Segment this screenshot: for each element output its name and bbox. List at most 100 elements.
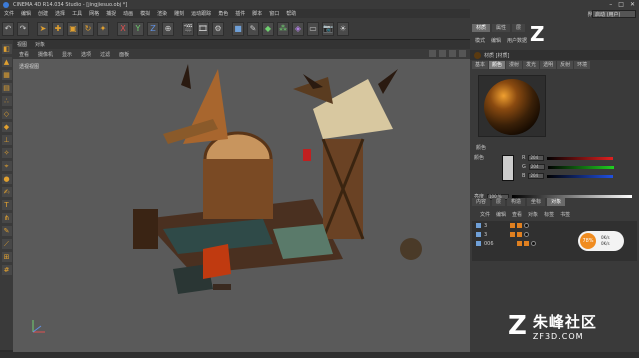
viewport-menu-display[interactable]: 显示 (62, 51, 72, 58)
light-icon[interactable]: ☀ (337, 21, 349, 36)
knife-icon[interactable]: ⟋ (1, 239, 12, 249)
obj-menu-file[interactable]: 文件 (480, 211, 490, 218)
channel-b-input[interactable]: 204 (528, 173, 545, 179)
object-name[interactable]: 3 (484, 223, 487, 229)
obj-menu-bookmarks[interactable]: 书签 (560, 211, 570, 218)
color-swatch[interactable] (502, 155, 514, 181)
texture-tag-icon[interactable] (516, 241, 522, 246)
text-tool-icon[interactable]: T (1, 200, 12, 210)
channel-tab-luminance[interactable]: 发光 (523, 61, 540, 69)
tab-layers[interactable]: 层 (512, 23, 526, 32)
tab-attributes[interactable]: 属性 (492, 23, 511, 32)
paint-icon[interactable]: ✍ (1, 187, 12, 197)
menu-motion-tracking[interactable]: 运动跟踪 (191, 10, 211, 17)
tab-objects[interactable]: 对象 (547, 198, 566, 206)
menu-plugins[interactable]: 插件 (235, 10, 245, 17)
z-axis-icon[interactable]: Z (147, 21, 159, 36)
menu-snap[interactable]: 捕捉 (106, 10, 116, 17)
pan-icon[interactable] (429, 50, 436, 57)
close-icon[interactable]: ✕ (630, 1, 635, 8)
redo-icon[interactable]: ↷ (17, 21, 29, 36)
array-icon[interactable]: ⁂ (277, 21, 289, 36)
channel-r-input[interactable]: 204 (528, 155, 545, 161)
texture-tag-icon[interactable] (523, 241, 529, 246)
polygons-mode-icon[interactable]: ◆ (1, 122, 12, 132)
magnet-icon[interactable]: ⋔ (1, 213, 12, 223)
attr-menu-userdata[interactable]: 用户数据 (507, 37, 527, 44)
channel-g-slider[interactable] (547, 165, 614, 169)
scale-icon[interactable]: ▣ (67, 21, 79, 36)
material-tag-icon[interactable] (524, 223, 530, 228)
undo-icon[interactable]: ↶ (2, 21, 14, 36)
deformer-icon[interactable]: ◈ (292, 21, 304, 36)
texture-tag-icon[interactable] (517, 232, 523, 237)
texture-mode-icon[interactable]: ▦ (1, 70, 12, 80)
recent-tools-icon[interactable]: ✦ (97, 21, 109, 36)
viewport-menu-options[interactable]: 选项 (81, 51, 91, 58)
tab-view[interactable]: 视图 (17, 41, 27, 48)
floor-icon[interactable]: ▭ (307, 21, 319, 36)
move-icon[interactable]: ✚ (52, 21, 64, 36)
channel-r-slider[interactable] (547, 156, 614, 160)
object-name[interactable]: 006 (484, 241, 494, 247)
texture-tag-icon[interactable] (510, 223, 516, 228)
obj-menu-objects[interactable]: 对象 (528, 211, 538, 218)
object-name[interactable]: 3 (484, 232, 487, 238)
x-axis-icon[interactable]: X (117, 21, 129, 36)
tweak-icon[interactable]: ✧ (1, 148, 12, 158)
maximize-icon[interactable]: □ (618, 1, 624, 8)
tab-structure[interactable]: 构造 (507, 198, 526, 206)
viewport-menu-panel[interactable]: 面板 (119, 51, 129, 58)
menu-mesh[interactable]: 网格 (89, 10, 99, 17)
texture-tag-icon[interactable] (517, 223, 523, 228)
minimize-icon[interactable]: – (609, 1, 612, 8)
material-tag-icon[interactable] (524, 232, 530, 237)
snap-icon[interactable]: ⌖ (1, 161, 12, 171)
render-settings-icon[interactable]: ⚙ (212, 21, 224, 36)
viewport-menu-filter[interactable]: 过滤 (100, 51, 110, 58)
edges-mode-icon[interactable]: ◇ (1, 109, 12, 119)
menu-animate[interactable]: 动画 (123, 10, 133, 17)
subdivision-icon[interactable]: ◆ (262, 21, 274, 36)
object-row[interactable]: 3 (472, 221, 637, 230)
channel-tab-transparency[interactable]: 透明 (540, 61, 557, 69)
channel-b-slider[interactable] (547, 174, 614, 178)
menu-sculpt[interactable]: 雕刻 (174, 10, 184, 17)
y-axis-icon[interactable]: Y (132, 21, 144, 36)
model-mode-icon[interactable]: ▲ (1, 57, 12, 67)
tab-obj-layers[interactable]: 层 (492, 198, 506, 206)
channel-tab-color[interactable]: 颜色 (489, 61, 506, 69)
rotate-icon[interactable]: ↻ (82, 21, 94, 36)
render-picture-viewer-icon[interactable]: 🎞 (197, 21, 209, 36)
3d-viewport[interactable]: 透视视图 (13, 59, 470, 352)
points-mode-icon[interactable]: ∴ (1, 96, 12, 106)
maximize-view-icon[interactable] (459, 50, 466, 57)
network-speed-badge[interactable]: 78% 0K/s 0K/s (578, 231, 624, 251)
obj-menu-edit[interactable]: 编辑 (496, 211, 506, 218)
attr-menu-mode[interactable]: 模式 (475, 37, 485, 44)
render-view-icon[interactable]: 🎬 (182, 21, 194, 36)
layout-dropdown[interactable]: 启动 (用户) (592, 10, 636, 18)
make-editable-icon[interactable]: ◧ (1, 44, 12, 54)
material-preview[interactable] (478, 75, 546, 137)
menu-edit[interactable]: 编辑 (21, 10, 31, 17)
menu-create[interactable]: 创建 (38, 10, 48, 17)
viewport-menu-view[interactable]: 查看 (19, 51, 29, 58)
bridge-icon[interactable]: ⊞ (1, 252, 12, 262)
menu-simulate[interactable]: 模拟 (140, 10, 150, 17)
tab-material[interactable]: 材质 (472, 23, 491, 32)
attr-menu-edit[interactable]: 编辑 (491, 37, 501, 44)
cube-icon[interactable]: ■ (232, 21, 244, 36)
menu-select[interactable]: 选择 (55, 10, 65, 17)
zoom-icon[interactable] (439, 50, 446, 57)
orbit-icon[interactable] (449, 50, 456, 57)
material-tag-icon[interactable] (530, 241, 536, 246)
texture-tag-icon[interactable] (510, 232, 516, 237)
coordinate-system-icon[interactable]: ⊕ (162, 21, 174, 36)
menu-character[interactable]: 角色 (218, 10, 228, 17)
tab-object[interactable]: 对象 (35, 41, 45, 48)
sculpt-icon[interactable]: ● (1, 174, 12, 184)
viewport-menu-camera[interactable]: 摄像机 (38, 51, 53, 58)
brush-icon[interactable]: ✎ (1, 226, 12, 236)
channel-tab-reflection[interactable]: 反射 (557, 61, 574, 69)
